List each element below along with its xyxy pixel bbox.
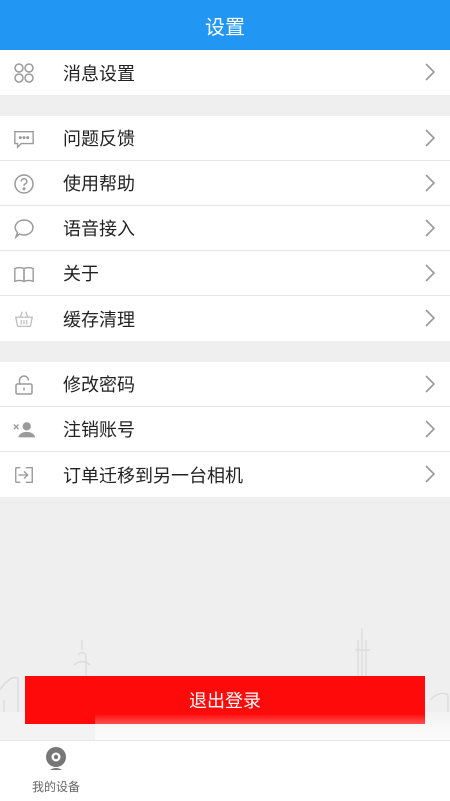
app-header: 设置 [0, 0, 450, 50]
chevron-right-icon [424, 218, 436, 238]
chevron-right-icon [424, 464, 436, 484]
settings-item-label: 订单迁移到另一台相机 [63, 465, 243, 487]
settings-item-clear-cache[interactable]: 缓存清理 [0, 296, 450, 341]
settings-item-delete-account[interactable]: 注销账号 [0, 407, 450, 452]
settings-item-voice[interactable]: 语音接入 [0, 206, 450, 251]
settings-item-label: 关于 [63, 264, 99, 285]
grid-icon [13, 62, 35, 84]
chevron-right-icon [424, 263, 436, 283]
chevron-right-icon [424, 419, 436, 439]
settings-item-feedback[interactable]: 问题反馈 [0, 116, 450, 161]
tab-label: 我的设备 [31, 780, 80, 794]
transfer-icon [13, 464, 35, 486]
remove-user-icon [13, 419, 35, 441]
chevron-right-icon [424, 374, 436, 394]
chevron-right-icon [424, 308, 436, 328]
tab-my-devices[interactable]: 我的设备 [20, 745, 92, 799]
settings-item-label: 缓存清理 [63, 309, 135, 331]
settings-item-label: 修改密码 [63, 375, 135, 396]
camera-icon [43, 745, 69, 775]
chevron-right-icon [424, 173, 436, 193]
settings-item-order-transfer[interactable]: 订单迁移到另一台相机 [0, 452, 450, 497]
bottom-tab-bar: 我的设备 [0, 740, 450, 801]
page-title: 设置 [205, 14, 245, 39]
feedback-chat-icon [13, 128, 35, 150]
settings-item-message[interactable]: 消息设置 [0, 50, 450, 95]
settings-group-account: 修改密码 注销账号 订单迁移到另一台相机 [0, 362, 450, 497]
settings-item-about[interactable]: 关于 [0, 251, 450, 296]
speech-bubble-icon [13, 218, 35, 240]
settings-group-notifications: 消息设置 [0, 50, 450, 95]
settings-item-label: 使用帮助 [63, 174, 135, 195]
settings-item-change-password[interactable]: 修改密码 [0, 362, 450, 407]
unlock-icon [13, 374, 35, 396]
settings-item-label: 消息设置 [63, 63, 135, 85]
book-icon [13, 263, 35, 285]
basket-icon [13, 308, 35, 330]
chevron-right-icon [424, 62, 436, 82]
settings-group-support: 问题反馈 使用帮助 语音接入 关于 缓存清理 [0, 116, 450, 341]
settings-item-label: 问题反馈 [63, 129, 135, 150]
settings-item-label: 注销账号 [63, 420, 135, 441]
settings-item-label: 语音接入 [63, 219, 135, 240]
help-icon [13, 173, 35, 195]
logout-button-label: 退出登录 [189, 691, 261, 712]
settings-item-help[interactable]: 使用帮助 [0, 161, 450, 206]
chevron-right-icon [424, 128, 436, 148]
